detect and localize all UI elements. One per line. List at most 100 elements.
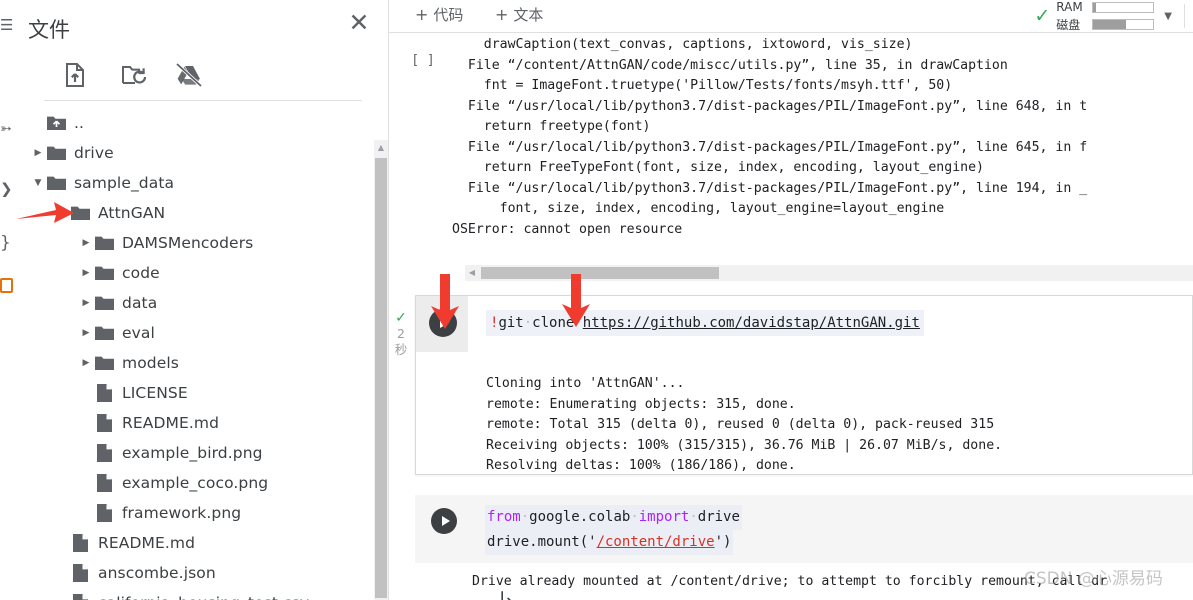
traceback-line: File “/usr/local/lib/python3.7/dist-pack… bbox=[452, 180, 1088, 196]
chevron-right-icon[interactable]: ▶ bbox=[78, 295, 94, 311]
tree-item-label: sample_data bbox=[74, 174, 175, 192]
imported-name: drive bbox=[697, 509, 740, 525]
icon-rail: ☰ ➳ ❯ } bbox=[0, 0, 19, 600]
resource-meters[interactable]: RAM 磁盘 bbox=[1056, 0, 1155, 33]
tree-item-example-bird-png[interactable]: example_bird.png bbox=[18, 438, 388, 468]
file-icon bbox=[94, 383, 114, 403]
chevron-down-icon[interactable]: ▼ bbox=[30, 175, 46, 191]
files-icon[interactable] bbox=[0, 278, 13, 293]
traceback-line: return FreeTypeFont(font, size, index, e… bbox=[452, 160, 984, 175]
files-panel-scrollbar[interactable]: ▲ bbox=[374, 140, 388, 600]
code-editor-lines[interactable]: from·google.colab·import·drive drive.mou… bbox=[485, 505, 742, 555]
code-cell-drive-mount[interactable]: from·google.colab·import·drive drive.mou… bbox=[415, 495, 1193, 563]
ram-bar bbox=[1092, 1, 1155, 13]
traceback-line: font, size, index, encoding, layout_engi… bbox=[452, 201, 945, 216]
notebook-toolbar: + 代码 + 文本 ✓ RAM 磁盘 ▼ bbox=[389, 0, 1193, 33]
tree-item-data[interactable]: ▶ data bbox=[18, 288, 388, 318]
tree-item-label: example_coco.png bbox=[122, 474, 269, 492]
scroll-left-icon[interactable]: ◀ bbox=[465, 265, 479, 281]
code-cell-git-clone[interactable]: ✓ 2 秒 !git·clone·https://github.com/davi… bbox=[395, 295, 1193, 477]
code-snippets-icon[interactable]: ❯ bbox=[0, 182, 18, 197]
chevron-right-icon[interactable]: ▶ bbox=[78, 355, 94, 371]
tree-item-label: DAMSMencoders bbox=[122, 234, 254, 252]
output-line: remote: Enumerating objects: 315, done. bbox=[486, 396, 796, 412]
refresh-folder-icon[interactable] bbox=[116, 56, 154, 94]
run-cell-button[interactable] bbox=[431, 508, 457, 534]
tree-item-readme-md[interactable]: README.md bbox=[18, 408, 388, 438]
menu-icon[interactable]: ☰ bbox=[0, 18, 18, 33]
folder-icon bbox=[94, 233, 114, 253]
chevron-down-icon[interactable]: ▼ bbox=[1160, 11, 1178, 22]
mount-call-suffix: ') bbox=[714, 534, 732, 550]
connected-check-icon: ✓ bbox=[1034, 4, 1051, 27]
drive-output-text: Drive already mounted at /content/drive;… bbox=[472, 574, 1108, 589]
files-panel: 文件 ✕ .. ▶ drive ▼ sample_data ▼ AttnGAN ▶ DAMSMe… bbox=[18, 0, 389, 600]
tree-item-code[interactable]: ▶ code bbox=[18, 258, 388, 288]
traceback-line: File “/usr/local/lib/python3.7/dist-pack… bbox=[452, 98, 1088, 114]
file-icon bbox=[70, 563, 90, 583]
file-icon bbox=[94, 473, 114, 493]
previous-cell-output: [ ] drawCaption(text_convas, captions, i… bbox=[389, 33, 1193, 281]
tree-item-label: example_bird.png bbox=[122, 444, 263, 462]
scrollbar-thumb[interactable] bbox=[481, 267, 719, 279]
tree-item-license[interactable]: LICENSE bbox=[18, 378, 388, 408]
tree-item-damsmencoders[interactable]: ▶ DAMSMencoders bbox=[18, 228, 388, 258]
traceback-line: File “/content/AttnGAN/code/miscc/utils.… bbox=[452, 57, 1008, 73]
tree-item-anscombe-json[interactable]: anscombe.json bbox=[18, 558, 388, 588]
folder-icon bbox=[94, 293, 114, 313]
output-line: Resolving deltas: 100% (186/186), done. bbox=[486, 458, 796, 473]
clone-token: clone bbox=[532, 315, 575, 331]
add-code-cell-button[interactable]: + 代码 bbox=[415, 4, 463, 25]
mount-drive-off-icon[interactable] bbox=[170, 56, 208, 94]
add-text-cell-button[interactable]: + 文本 bbox=[495, 4, 543, 25]
close-icon[interactable]: ✕ bbox=[344, 8, 374, 38]
variables-icon[interactable]: } bbox=[0, 235, 18, 252]
chevron-down-icon[interactable]: ▼ bbox=[54, 205, 70, 221]
traceback-line: return freetype(font) bbox=[452, 119, 651, 134]
scrollbar-thumb[interactable] bbox=[375, 158, 387, 598]
execution-success-icon: ✓ bbox=[395, 310, 407, 326]
tree-item-label: README.md bbox=[122, 414, 220, 432]
tree-item-label: drive bbox=[74, 144, 114, 162]
code-editor-line[interactable]: !git·clone·https://github.com/davidstap/… bbox=[486, 310, 924, 336]
tree-item-models[interactable]: ▶ models bbox=[18, 348, 388, 378]
tree-item-framework-png[interactable]: framework.png bbox=[18, 498, 388, 528]
cell-output-text: Cloning into 'AttnGAN'... remote: Enumera… bbox=[486, 374, 1002, 477]
drive-cell-output: Drive already mounted at /content/drive;… bbox=[415, 572, 1193, 600]
disk-meter: 磁盘 bbox=[1056, 16, 1155, 33]
traceback-line: File “/usr/local/lib/python3.7/dist-pack… bbox=[452, 139, 1088, 155]
disk-bar bbox=[1092, 19, 1155, 30]
chevron-right-icon[interactable]: ▶ bbox=[30, 145, 46, 161]
tree-item-example-coco-png[interactable]: example_coco.png bbox=[18, 468, 388, 498]
search-icon[interactable]: ➳ bbox=[0, 122, 18, 136]
tree-item-drive[interactable]: ▶ drive bbox=[18, 138, 388, 168]
chevron-right-icon[interactable]: ▶ bbox=[78, 265, 94, 281]
folder-icon bbox=[46, 143, 66, 163]
tree-item-label: anscombe.json bbox=[98, 564, 216, 582]
scroll-up-icon[interactable]: ▲ bbox=[374, 140, 388, 156]
tree-item-eval[interactable]: ▶ eval bbox=[18, 318, 388, 348]
colab-window: ☰ ➳ ❯ } 文件 ✕ .. ▶ drive ▼ sample_data ▼ AttnGA… bbox=[0, 0, 1193, 600]
output-line: Receiving objects: 100% (315/315), 36.76… bbox=[486, 437, 1003, 453]
tree-item-label: framework.png bbox=[122, 504, 242, 522]
file-icon bbox=[94, 503, 114, 523]
tree-item-label: .. bbox=[74, 114, 85, 132]
ram-label: RAM bbox=[1056, 0, 1083, 14]
tree-item--[interactable]: .. bbox=[18, 108, 388, 138]
output-horizontal-scrollbar[interactable]: ◀ bbox=[465, 265, 1193, 281]
upload-file-icon[interactable] bbox=[56, 56, 94, 94]
chevron-right-icon[interactable]: ▶ bbox=[78, 235, 94, 251]
git-token: git bbox=[498, 315, 524, 331]
files-panel-header: 文件 ✕ bbox=[18, 0, 388, 52]
run-cell-button[interactable] bbox=[429, 309, 457, 337]
output-line: Cloning into 'AttnGAN'... bbox=[486, 376, 685, 391]
repo-url-link[interactable]: https://github.com/davidstap/AttnGAN.git bbox=[583, 315, 920, 331]
tree-item-attngan[interactable]: ▼ AttnGAN bbox=[18, 198, 388, 228]
tree-item-sample-data[interactable]: ▼ sample_data bbox=[18, 168, 388, 198]
cell-prompt[interactable]: [ ] bbox=[403, 53, 443, 68]
tree-item-readme-md[interactable]: README.md bbox=[18, 528, 388, 558]
plus-icon: + bbox=[415, 5, 429, 24]
tree-item-label: california_housing_test.csv bbox=[98, 594, 309, 600]
tree-item-california-housing-test-csv[interactable]: california_housing_test.csv bbox=[18, 588, 388, 600]
chevron-right-icon[interactable]: ▶ bbox=[78, 325, 94, 341]
